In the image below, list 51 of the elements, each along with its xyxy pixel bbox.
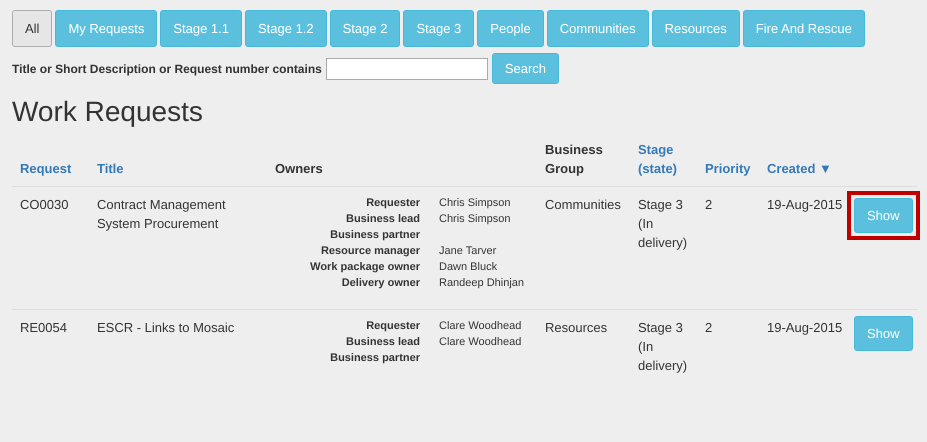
filter-tab[interactable]: Stage 2	[330, 10, 400, 47]
sort-link[interactable]: Priority	[705, 159, 751, 178]
owner-role: Resource manager	[320, 244, 420, 259]
stage-state: Stage 3 (In delivery)	[638, 197, 688, 250]
owner-name: Clare Woodhead	[439, 336, 522, 348]
filter-tab[interactable]: Stage 1.1	[160, 10, 242, 47]
owner-role: Business lead	[345, 212, 420, 227]
sort-link[interactable]: Stage (state)	[638, 140, 689, 178]
sort-link[interactable]: Created ▼	[767, 159, 832, 178]
business-group: Resources	[545, 320, 608, 335]
filter-tab[interactable]: My Requests	[55, 10, 158, 47]
filter-tab[interactable]: Communities	[546, 10, 649, 47]
page-heading: Work Requests	[12, 96, 204, 128]
stage-state: Stage 3 (In delivery)	[638, 320, 688, 373]
filter-tab[interactable]: People	[477, 10, 544, 47]
owner-role: Requester	[365, 319, 420, 334]
priority: 2	[705, 197, 712, 212]
owner-role: Business lead	[345, 335, 420, 350]
owner-name: Dawn Bluck	[439, 261, 498, 273]
owner-role: Requester	[365, 196, 420, 211]
owner-name: Clare Woodhead	[439, 320, 522, 332]
request-number: RE0054	[20, 320, 67, 335]
business-group: Communities	[545, 197, 621, 212]
column-header: Owners	[275, 160, 323, 178]
search-label: Title or Short Description or Request number contains	[12, 62, 322, 76]
show-button[interactable]: Show	[854, 198, 913, 233]
show-button[interactable]: Show	[854, 316, 913, 351]
column-header: Business Group	[545, 141, 604, 178]
filter-tab[interactable]: Fire And Rescue	[742, 10, 865, 47]
owner-name: Jane Tarver	[439, 245, 496, 257]
created-date: 19-Aug-2015	[767, 320, 842, 335]
priority: 2	[705, 320, 712, 335]
owner-role: Business partner	[329, 351, 420, 366]
owner-name: Chris Simpson	[439, 213, 511, 225]
created-date: 19-Aug-2015	[767, 197, 842, 212]
sort-link[interactable]: Title	[97, 159, 124, 178]
owner-name: Randeep Dhinjan	[439, 277, 524, 289]
filter-tab[interactable]: Resources	[652, 10, 740, 47]
owner-name: Chris Simpson	[439, 197, 511, 209]
owner-role: Business partner	[329, 228, 420, 243]
search-button[interactable]: Search	[492, 53, 560, 84]
request-title: Contract Management System Procurement	[97, 197, 226, 231]
filter-tab[interactable]: Stage 3	[403, 10, 474, 47]
sort-link[interactable]: Request	[20, 159, 72, 178]
filter-tab[interactable]: All	[12, 10, 52, 47]
owner-role: Work package owner	[309, 260, 420, 275]
filter-tab[interactable]: Stage 1.2	[244, 10, 327, 47]
request-title: ESCR - Links to Mosaic	[97, 320, 234, 335]
search-field[interactable]	[326, 58, 488, 80]
request-number: CO0030	[20, 197, 68, 212]
owner-role: Delivery owner	[340, 276, 420, 291]
